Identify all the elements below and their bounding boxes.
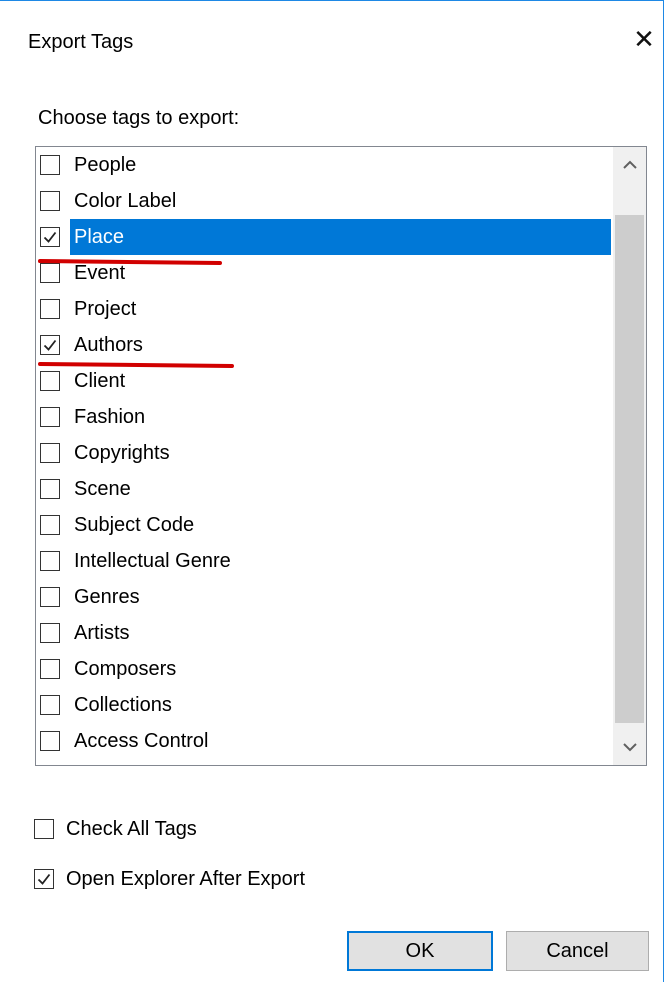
tag-checkbox[interactable]	[40, 263, 60, 283]
tag-row[interactable]: Collections	[36, 687, 611, 723]
export-tags-dialog: Export Tags ✕ Choose tags to export: Peo…	[0, 0, 664, 982]
tag-label: Collections	[74, 694, 172, 716]
tag-label: Composers	[74, 658, 177, 680]
check-all-tags-checkbox[interactable]	[34, 819, 54, 839]
tag-checkbox[interactable]	[40, 659, 60, 679]
tag-label: Artists	[74, 622, 130, 644]
tags-list: People Color Label Place Event Project Author…	[36, 147, 611, 759]
scroll-down-icon[interactable]	[613, 729, 646, 765]
open-explorer-checkbox[interactable]	[34, 869, 54, 889]
open-explorer-option[interactable]: Open Explorer After Export	[34, 863, 305, 895]
tag-checkbox[interactable]	[40, 551, 60, 571]
tag-label: Copyrights	[74, 442, 170, 464]
tag-row[interactable]: Subject Code	[36, 507, 611, 543]
cancel-button[interactable]: Cancel	[506, 931, 649, 971]
tag-checkbox[interactable]	[40, 227, 60, 247]
tag-label: Authors	[74, 334, 143, 356]
tag-label: Color Label	[74, 190, 177, 212]
tag-row[interactable]: Color Label	[36, 183, 611, 219]
tag-checkbox[interactable]	[40, 299, 60, 319]
tag-checkbox[interactable]	[40, 695, 60, 715]
tag-label: Project	[74, 298, 137, 320]
tag-checkbox[interactable]	[40, 191, 60, 211]
tag-label: Place	[70, 219, 611, 255]
tag-row[interactable]: Client	[36, 363, 611, 399]
scrollbar-thumb[interactable]	[615, 215, 644, 723]
check-all-tags-label: Check All Tags	[66, 817, 197, 840]
tag-label: Scene	[74, 478, 131, 500]
tag-row[interactable]: Artists	[36, 615, 611, 651]
tag-row[interactable]: Place	[36, 219, 611, 255]
choose-tags-label: Choose tags to export:	[38, 107, 240, 129]
tag-checkbox[interactable]	[40, 515, 60, 535]
dialog-title: Export Tags	[28, 31, 134, 53]
open-explorer-label: Open Explorer After Export	[66, 867, 306, 890]
ok-button[interactable]: OK	[347, 931, 493, 971]
tag-row[interactable]: People	[36, 147, 611, 183]
tag-checkbox[interactable]	[40, 731, 60, 751]
tag-checkbox[interactable]	[40, 155, 60, 175]
tag-label: Access Control	[74, 730, 209, 752]
close-icon[interactable]: ✕	[630, 25, 658, 53]
tag-checkbox[interactable]	[40, 371, 60, 391]
tag-checkbox[interactable]	[40, 587, 60, 607]
tag-label: Client	[74, 370, 126, 392]
tag-row[interactable]: Composers	[36, 651, 611, 687]
tag-checkbox[interactable]	[40, 479, 60, 499]
tag-checkbox[interactable]	[40, 443, 60, 463]
tag-checkbox[interactable]	[40, 335, 60, 355]
tag-row[interactable]: Intellectual Genre	[36, 543, 611, 579]
tag-label: Fashion	[74, 406, 146, 428]
tag-row[interactable]: Authors	[36, 327, 611, 363]
tag-label: Genres	[74, 586, 140, 608]
tag-row[interactable]: Project	[36, 291, 611, 327]
tag-row[interactable]: Access Control	[36, 723, 611, 759]
tag-checkbox[interactable]	[40, 407, 60, 427]
tag-row[interactable]: Scene	[36, 471, 611, 507]
tag-row[interactable]: Genres	[36, 579, 611, 615]
tag-label: Intellectual Genre	[74, 550, 231, 572]
tag-row[interactable]: Fashion	[36, 399, 611, 435]
tag-label: Subject Code	[74, 514, 195, 536]
tag-checkbox[interactable]	[40, 623, 60, 643]
tag-row[interactable]: Copyrights	[36, 435, 611, 471]
scroll-up-icon[interactable]	[613, 147, 646, 183]
check-all-tags-option[interactable]: Check All Tags	[34, 813, 197, 845]
tags-listbox[interactable]: People Color Label Place Event Project Author…	[35, 146, 647, 766]
vertical-scrollbar[interactable]	[613, 147, 646, 765]
tag-label: People	[74, 154, 137, 176]
